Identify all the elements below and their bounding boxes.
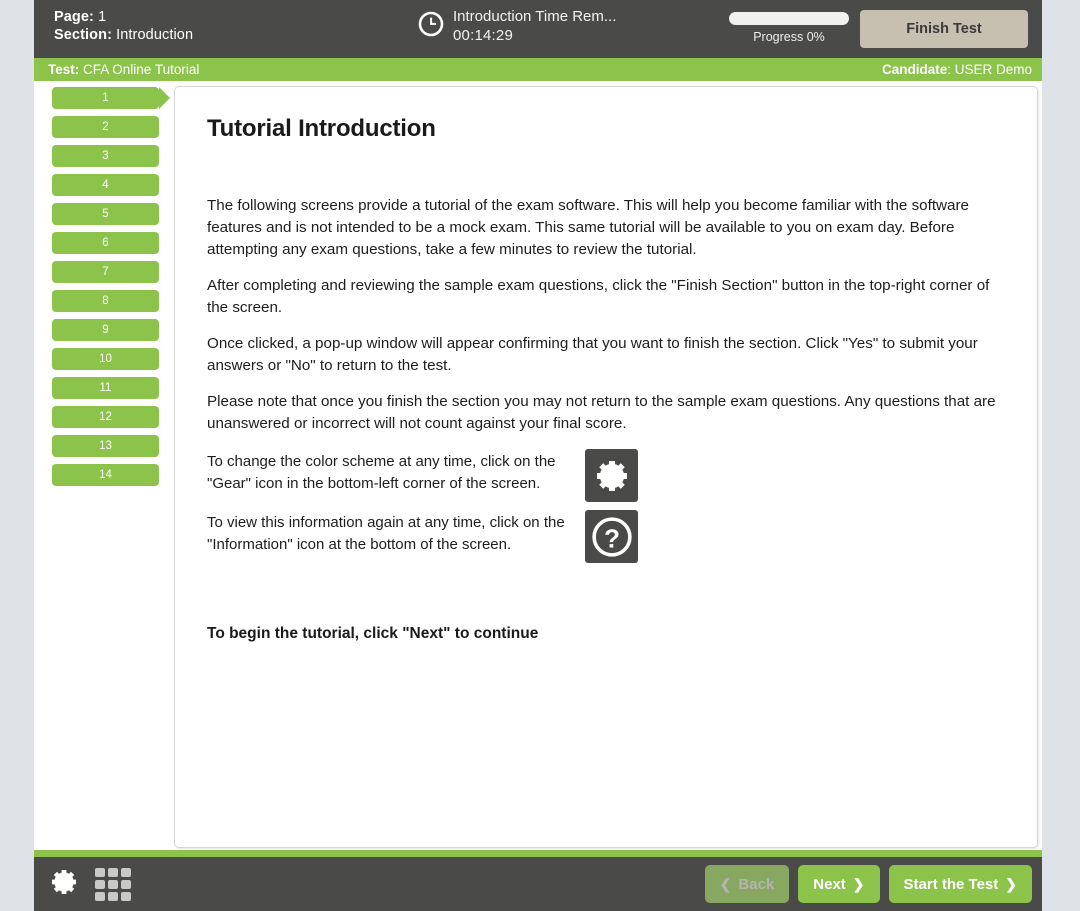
test-value: CFA Online Tutorial [83, 62, 200, 77]
start-the-test-button[interactable]: Start the Test ❯ [888, 865, 1032, 903]
nav-item-11[interactable]: 11 [52, 377, 159, 399]
top-bar: Page: 1 Section: Introduction Introducti… [34, 0, 1042, 58]
page-line: Page: 1 [54, 8, 193, 26]
paragraph-list: The following screens provide a tutorial… [207, 195, 1005, 435]
icon-instruction-text: To change the color scheme at any time, … [207, 453, 556, 492]
nav-item-9[interactable]: 9 [52, 319, 159, 341]
page-value: 1 [98, 9, 107, 25]
footer-accent-strip [34, 850, 1042, 857]
gear-icon[interactable] [48, 866, 80, 903]
nav-item-14[interactable]: 14 [52, 464, 159, 486]
timer-title: Introduction Time Rem... [453, 8, 617, 25]
paragraph: Once clicked, a pop-up window will appea… [207, 335, 978, 374]
back-button[interactable]: ❮ Back [704, 865, 790, 903]
candidate-label: Candidate [881, 62, 948, 77]
test-info: Test: CFA Online Tutorial [48, 58, 199, 81]
clock-icon [418, 11, 444, 42]
progress-block: Progress 0% [709, 12, 869, 44]
icon-instruction-text: To view this information again at any ti… [207, 514, 565, 553]
candidate-value: : USER Demo [947, 62, 1032, 77]
grid-cell [108, 867, 118, 877]
test-label: Test: [48, 62, 80, 77]
icon-instruction-row: To change the color scheme at any time, … [207, 449, 1005, 502]
section-line: Section: Introduction [54, 26, 193, 44]
nav-item-12[interactable]: 12 [52, 406, 159, 428]
nav-item-7[interactable]: 7 [52, 261, 159, 283]
test-candidate-bar: Test: CFA Online Tutorial Candidate: USE… [34, 58, 1042, 81]
grid-cell [121, 867, 131, 877]
chevron-right-icon: ❯ [1005, 876, 1017, 892]
body-area: 1 2 3 4 5 6 7 8 9 10 11 12 13 14 Tutorial Introductio… [34, 81, 1042, 850]
paragraph: Please note that once you finish the sec… [207, 393, 996, 432]
icon-instruction-list: To change the color scheme at any time, … [207, 449, 1005, 563]
paragraph: After completing and reviewing the sampl… [207, 277, 990, 316]
footer-tools [48, 857, 131, 911]
nav-item-6[interactable]: 6 [52, 232, 159, 254]
section-value: Introduction [116, 27, 194, 43]
icon-instruction-row: To view this information again at any ti… [207, 510, 1005, 563]
progress-bar [729, 12, 849, 25]
candidate-info: Candidate: USER Demo [882, 58, 1032, 81]
svg-text:?: ? [604, 523, 620, 553]
grid-cell [121, 891, 131, 901]
page-title: Tutorial Introduction [207, 115, 436, 142]
chevron-left-icon: ❮ [719, 876, 732, 892]
gear-icon [585, 449, 638, 502]
start-the-test-label: Start the Test [903, 875, 999, 893]
grid-icon[interactable] [95, 867, 131, 901]
grid-cell [95, 891, 105, 901]
grid-cell [121, 879, 131, 889]
chevron-right-icon: ❯ [852, 876, 865, 892]
timer-value: 00:14:29 [453, 26, 513, 44]
grid-cell [95, 879, 105, 889]
closing-instruction: To begin the tutorial, click "Next" to c… [207, 625, 539, 642]
grid-cell [108, 879, 118, 889]
exam-application-window: Page: 1 Section: Introduction Introducti… [34, 0, 1042, 911]
section-label: Section: [54, 27, 112, 43]
progress-label: Progress 0% [753, 30, 825, 44]
timer-block: Introduction Time Rem... 00:14:29 [418, 8, 616, 45]
content-panel: Tutorial Introduction The following scre… [174, 86, 1038, 848]
nav-item-8[interactable]: 8 [52, 290, 159, 312]
nav-item-13[interactable]: 13 [52, 435, 159, 457]
nav-item-1[interactable]: 1 [52, 87, 170, 109]
timer-text: Introduction Time Rem... 00:14:29 [453, 8, 616, 45]
next-button[interactable]: Next ❯ [798, 865, 880, 903]
back-button-label: Back [738, 875, 775, 893]
nav-item-4[interactable]: 4 [52, 174, 159, 196]
footer-navigation: ❮ Back Next ❯ Start the Test ❯ [704, 857, 1032, 911]
next-button-label: Next [813, 875, 846, 893]
page-section-info: Page: 1 Section: Introduction [54, 8, 193, 44]
nav-item-3[interactable]: 3 [52, 145, 159, 167]
paragraph: The following screens provide a tutorial… [207, 197, 969, 258]
page-label: Page: [54, 9, 94, 25]
footer-bar: ❮ Back Next ❯ Start the Test ❯ [34, 857, 1042, 911]
nav-item-5[interactable]: 5 [52, 203, 159, 225]
finish-test-button[interactable]: Finish Test [860, 10, 1028, 48]
grid-cell [95, 867, 105, 877]
question-navigator-sidebar: 1 2 3 4 5 6 7 8 9 10 11 12 13 14 [52, 87, 192, 493]
nav-item-10[interactable]: 10 [52, 348, 159, 370]
nav-item-2[interactable]: 2 [52, 116, 159, 138]
question-mark-icon: ? [585, 510, 638, 563]
grid-cell [108, 891, 118, 901]
